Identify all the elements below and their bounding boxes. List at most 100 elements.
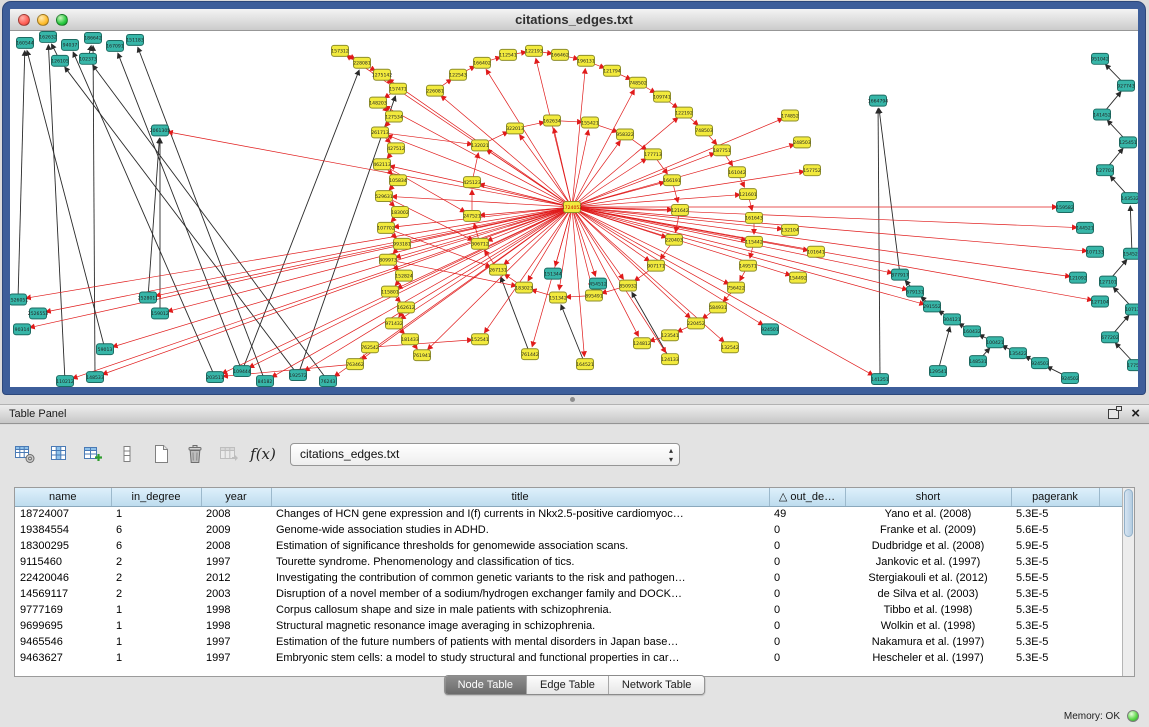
- graph-node[interactable]: 763462: [346, 359, 364, 370]
- table-cell[interactable]: 5.3E-5: [1011, 586, 1099, 602]
- graph-node[interactable]: 121092: [1069, 272, 1087, 283]
- graph-node[interactable]: 927743: [1117, 80, 1135, 91]
- graph-node[interactable]: 971432: [385, 318, 403, 329]
- graph-node[interactable]: 122543: [449, 69, 467, 80]
- graph-node[interactable]: 924501: [761, 324, 779, 335]
- graph-node[interactable]: 762542: [361, 342, 379, 353]
- graph-node[interactable]: 2061305: [150, 125, 171, 136]
- table-cell[interactable]: 2: [111, 586, 201, 602]
- table-cell[interactable]: Corpus callosum shape and size in male p…: [271, 602, 769, 618]
- graph-node[interactable]: 183023: [515, 282, 533, 293]
- graph-node[interactable]: 110212: [56, 376, 74, 387]
- table-row[interactable]: 1872400712008Changes of HCN gene express…: [15, 506, 1122, 522]
- column-header[interactable]: short: [845, 488, 1011, 506]
- column-header[interactable]: year: [201, 488, 271, 506]
- graph-node[interactable]: 152541: [471, 334, 489, 345]
- graph-node[interactable]: 177713: [644, 149, 662, 160]
- graph-node[interactable]: 183002: [391, 207, 409, 218]
- graph-node[interactable]: 155421: [581, 117, 599, 128]
- graph-node[interactable]: 427512: [387, 143, 405, 154]
- table-cell[interactable]: 5.3E-5: [1011, 602, 1099, 618]
- graph-node[interactable]: 126105: [51, 55, 69, 66]
- table-cell[interactable]: 0: [769, 522, 845, 538]
- graph-node[interactable]: 157312: [331, 45, 349, 56]
- graph-node[interactable]: 248503: [793, 137, 811, 148]
- graph-node[interactable]: 196131: [577, 55, 595, 66]
- delete-table-icon[interactable]: [182, 441, 208, 467]
- graph-node[interactable]: 107133: [1086, 246, 1104, 257]
- table-cell[interactable]: 1998: [201, 602, 271, 618]
- graph-node[interactable]: 529631: [375, 191, 393, 202]
- graph-node[interactable]: 127101: [1099, 276, 1117, 287]
- table-cell[interactable]: 2008: [201, 506, 271, 522]
- network-canvas-area[interactable]: 1605441626329403718664216709115118312610…: [10, 31, 1138, 387]
- graph-node[interactable]: 121794: [603, 65, 621, 76]
- table-cell[interactable]: Stergiakouli et al. (2012): [845, 570, 1011, 586]
- graph-node[interactable]: 220403: [665, 234, 683, 245]
- new-table-icon[interactable]: [148, 441, 174, 467]
- table-cell[interactable]: Structural magnetic resonance image aver…: [271, 618, 769, 634]
- graph-node[interactable]: 151342: [549, 292, 567, 303]
- graph-node[interactable]: 877917: [891, 269, 909, 280]
- graph-node[interactable]: 90314: [14, 324, 31, 335]
- table-row[interactable]: 946362711997Embryonic stem cells: a mode…: [15, 650, 1122, 666]
- table-cell[interactable]: 5.3E-5: [1011, 618, 1099, 634]
- table-cell[interactable]: Hescheler et al. (1997): [845, 650, 1011, 666]
- graph-node[interactable]: 226081: [426, 85, 444, 96]
- graph-node[interactable]: 161643: [745, 212, 763, 223]
- graph-node[interactable]: 2526051: [10, 294, 28, 305]
- graph-node[interactable]: 109741: [653, 91, 671, 102]
- graph-node[interactable]: 135422: [1009, 348, 1027, 359]
- table-cell[interactable]: 9115460: [15, 554, 111, 570]
- table-cell[interactable]: 0: [769, 570, 845, 586]
- graph-node[interactable]: 267131: [489, 264, 507, 275]
- graph-node[interactable]: 159582: [1056, 202, 1074, 213]
- table-cell[interactable]: Franke et al. (2009): [845, 522, 1011, 538]
- graph-node[interactable]: 162632: [39, 31, 57, 42]
- graph-node[interactable]: 907171: [647, 260, 665, 271]
- column-header[interactable]: name: [15, 488, 111, 506]
- graph-node[interactable]: 144521: [1076, 222, 1094, 233]
- table-mode-icon[interactable]: [12, 441, 38, 467]
- graph-node[interactable]: 993181: [393, 238, 411, 249]
- graph-node[interactable]: 1275142: [372, 69, 393, 80]
- show-column-icon[interactable]: [46, 441, 72, 467]
- table-cell[interactable]: 5.3E-5: [1011, 650, 1099, 666]
- table-cell[interactable]: 1997: [201, 554, 271, 570]
- graph-node[interactable]: 109444: [233, 366, 251, 377]
- row-icon[interactable]: [114, 441, 140, 467]
- table-cell[interactable]: Disruption of a novel member of a sodium…: [271, 586, 769, 602]
- table-cell[interactable]: 14569117: [15, 586, 111, 602]
- graph-node[interactable]: 924502: [1061, 373, 1079, 384]
- column-header[interactable]: pagerank: [1011, 488, 1099, 506]
- graph-node[interactable]: 322013: [506, 123, 524, 134]
- graph-node[interactable]: 160432: [963, 326, 981, 337]
- table-cell[interactable]: 19384554: [15, 522, 111, 538]
- graph-node[interactable]: 177532: [1127, 360, 1138, 371]
- graph-node[interactable]: 132021: [471, 140, 489, 151]
- graph-node[interactable]: 748502: [629, 77, 647, 88]
- graph-node[interactable]: 115442: [745, 236, 763, 247]
- graph-node[interactable]: 761442: [521, 349, 539, 360]
- graph-node[interactable]: 2526553: [28, 308, 49, 319]
- graph-node[interactable]: 454512: [589, 278, 607, 289]
- graph-node[interactable]: 228081: [353, 57, 371, 68]
- table-cell[interactable]: 2: [111, 570, 201, 586]
- vertical-scrollbar[interactable]: [1122, 488, 1134, 676]
- graph-node[interactable]: 149571: [739, 260, 757, 271]
- panel-resize-grip[interactable]: [570, 397, 575, 402]
- graph-node[interactable]: 107702: [377, 222, 395, 233]
- graph-node[interactable]: 181433: [401, 334, 419, 345]
- table-cell[interactable]: Tourette syndrome. Phenomenology and cla…: [271, 554, 769, 570]
- graph-node[interactable]: 304121: [943, 314, 961, 325]
- graph-node[interactable]: 124812: [633, 338, 651, 349]
- graph-node[interactable]: 125451: [1119, 137, 1137, 148]
- graph-node[interactable]: 124133: [661, 354, 679, 365]
- graph-node[interactable]: 958322: [616, 129, 634, 140]
- graph-node[interactable]: 192572: [289, 370, 307, 381]
- table-cell[interactable]: 1997: [201, 650, 271, 666]
- graph-node[interactable]: 895491: [585, 290, 603, 301]
- table-row[interactable]: 977716911998Corpus callosum shape and si…: [15, 602, 1122, 618]
- graph-node[interactable]: 174852: [781, 110, 799, 121]
- graph-node[interactable]: 166462: [551, 49, 569, 60]
